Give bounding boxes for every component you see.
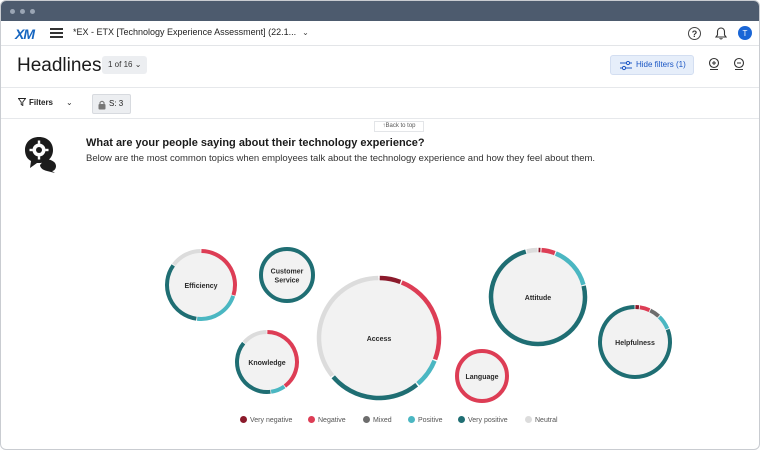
topic-label: Service xyxy=(275,278,300,285)
sentiment-arc-neutral xyxy=(526,247,538,254)
legend-item[interactable]: Very negative xyxy=(240,416,292,424)
topic-label: Attitude xyxy=(525,295,552,302)
legend-label: Positive xyxy=(418,417,443,424)
topic-label: Efficiency xyxy=(184,283,217,290)
legend-item[interactable]: Neutral xyxy=(525,416,558,424)
legend-swatch xyxy=(525,416,532,423)
topic-bubble[interactable]: Helpfulness xyxy=(597,305,672,379)
legend-item[interactable]: Positive xyxy=(408,416,443,424)
topic-bubble[interactable]: Language xyxy=(455,349,509,403)
legend-label: Mixed xyxy=(373,417,392,424)
topic-bubble[interactable]: Knowledge xyxy=(235,330,299,394)
topic-label: Helpfulness xyxy=(615,340,655,347)
topic-bubble[interactable]: Attitude xyxy=(488,247,588,347)
topic-bubble[interactable]: Customer Service xyxy=(259,247,315,303)
legend-item[interactable]: Negative xyxy=(308,416,346,424)
topic-label: Knowledge xyxy=(248,360,285,367)
legend-label: Negative xyxy=(318,417,346,424)
legend-swatch xyxy=(458,416,465,423)
legend-label: Very positive xyxy=(468,417,508,424)
topic-label: Language xyxy=(465,374,498,381)
app-window: XM *EX - ETX [Technology Experience Asse… xyxy=(0,0,760,450)
topic-bubble[interactable]: Access xyxy=(316,275,442,401)
legend-swatch xyxy=(408,416,415,423)
topic-bubble-chart: Efficiency Customer Service Knowledge Access… xyxy=(165,247,672,403)
legend-item[interactable]: Mixed xyxy=(363,416,392,424)
topic-label: Access xyxy=(367,336,392,343)
legend-item[interactable]: Very positive xyxy=(458,416,508,424)
legend-swatch xyxy=(240,416,247,423)
legend-label: Very negative xyxy=(250,417,293,424)
topic-bubble[interactable]: Efficiency xyxy=(165,249,237,321)
topic-label: Customer xyxy=(271,269,304,276)
legend-label: Neutral xyxy=(535,417,558,424)
legend-swatch xyxy=(363,416,370,423)
legend-swatch xyxy=(308,416,315,423)
